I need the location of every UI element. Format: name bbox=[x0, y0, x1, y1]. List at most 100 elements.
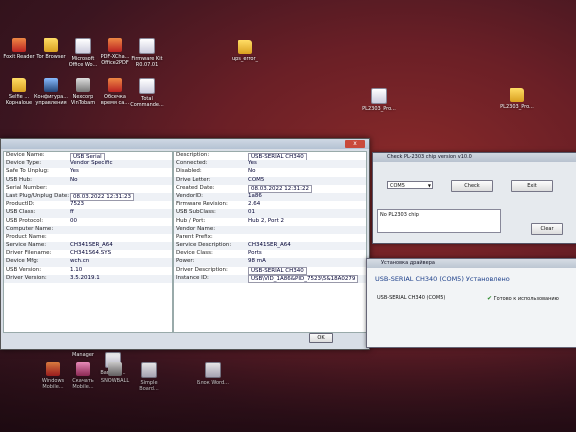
property-value[interactable]: COM5 bbox=[248, 177, 264, 183]
property-key: Device Mfg: bbox=[6, 258, 39, 265]
desktop-icon[interactable]: Firmware Kit R0.07.01 bbox=[130, 38, 164, 68]
property-row: USB Hub: No bbox=[4, 176, 172, 185]
property-key: Service Description: bbox=[176, 242, 232, 249]
desktop-shortcut-icon bbox=[12, 38, 26, 52]
desktop-shortcut-icon bbox=[12, 78, 26, 92]
desktop-icon-label: Firmware Kit R0.07.01 bbox=[131, 56, 163, 68]
property-value[interactable]: No bbox=[248, 168, 255, 174]
desktop-icon[interactable]: PL2303_Pro... bbox=[500, 88, 534, 116]
property-value[interactable]: 2.64 bbox=[248, 201, 260, 207]
desktop-icon[interactable]: PDF-XCha... Office2PDF bbox=[98, 38, 132, 66]
desktop-icon-label: PL2303_Pro... bbox=[362, 106, 396, 112]
property-value[interactable]: CH341SER_A64 bbox=[248, 242, 291, 248]
driver-device-name: USB-SERIAL CH340 (COM5) bbox=[377, 295, 446, 301]
desktop-shortcut-icon bbox=[76, 78, 90, 92]
property-row: VendorID: 1a86 bbox=[174, 192, 366, 202]
property-value[interactable]: Yes bbox=[70, 168, 79, 174]
property-key: Last Plug/Unplug Date: bbox=[6, 192, 70, 199]
chevron-down-icon: ▼ bbox=[427, 183, 431, 188]
property-key: Hub / Port: bbox=[176, 217, 206, 224]
property-row: ProductID: 7523 bbox=[4, 201, 172, 209]
property-key: Device Name: bbox=[6, 152, 45, 158]
clear-button[interactable]: Clear bbox=[531, 223, 563, 235]
desktop-icon-label: Selfie ... Kopнaloue bbox=[5, 94, 33, 106]
property-value[interactable]: 1.10 bbox=[70, 267, 82, 273]
property-value[interactable]: 1a86 bbox=[248, 193, 262, 199]
property-key: Drive Letter: bbox=[176, 176, 211, 183]
desktop-shortcut-icon bbox=[139, 78, 155, 94]
property-row: USB Protocol: 00 bbox=[4, 218, 172, 226]
property-value[interactable]: Hub 2, Port 2 bbox=[248, 218, 284, 224]
exit-button[interactable]: Exit bbox=[511, 180, 553, 192]
desktop-icon-label: Обсечка время ca... bbox=[100, 94, 130, 106]
desktop-icon[interactable]: PL2303_Pro... bbox=[362, 88, 396, 118]
desktop-shortcut-icon bbox=[238, 40, 252, 54]
property-key: USB Hub: bbox=[6, 176, 33, 183]
property-value[interactable]: Ports bbox=[248, 250, 262, 256]
property-value[interactable]: No bbox=[70, 177, 77, 183]
desktop-icon-label: PL2303_Pro... bbox=[500, 104, 534, 110]
property-value[interactable]: 7523 bbox=[70, 201, 84, 207]
property-key: Device Class: bbox=[176, 250, 213, 257]
property-value[interactable]: USB\VID_1A86&PID_7523\5&18A0279 bbox=[248, 275, 359, 284]
property-row: Driver Version: 3.5.2019.1 bbox=[4, 274, 172, 283]
desktop-icon[interactable]: Foxit Reader bbox=[2, 38, 36, 66]
result-output[interactable]: No PL2303 chip bbox=[377, 209, 501, 233]
property-value[interactable]: 98 mA bbox=[248, 258, 266, 264]
driver-status-text: Готово к использованию bbox=[493, 296, 559, 302]
property-row: USB Class: ff bbox=[4, 209, 172, 218]
device-info-right-panel: Description: USB-SERIAL CH340 Connected: Ye… bbox=[173, 151, 367, 333]
property-row: Computer Name: bbox=[4, 225, 172, 234]
property-key: USB Protocol: bbox=[6, 217, 44, 224]
checkmark-icon: ✔ bbox=[487, 295, 493, 302]
desktop-icon[interactable]: Selfie ... Kopнaloue bbox=[2, 78, 36, 106]
property-row: Device Class: Ports bbox=[174, 250, 366, 258]
property-row: Drive Letter: COM5 bbox=[174, 176, 366, 185]
desktop-icon-label: Total Commande... bbox=[130, 96, 164, 108]
property-row: Hub / Port: Hub 2, Port 2 bbox=[174, 218, 366, 226]
desktop-icon[interactable]: Tor Browser bbox=[34, 38, 68, 66]
desktop-shortcut-icon bbox=[44, 78, 58, 92]
desktop-icon-label: Foxit Reader bbox=[3, 54, 35, 60]
property-value[interactable]: ff bbox=[70, 209, 74, 215]
property-row: USB Version: 1.10 bbox=[4, 267, 172, 275]
port-select-value: COM5 bbox=[390, 183, 405, 189]
property-row: Connected: Yes bbox=[174, 160, 366, 169]
property-row: Vendor Name: bbox=[174, 225, 366, 234]
property-value[interactable]: 00 bbox=[70, 218, 77, 224]
check-pl2303-window: Check PL-2303 chip version v10.0 COM5 ▼ … bbox=[372, 152, 576, 244]
close-button[interactable]: x bbox=[345, 140, 365, 148]
ok-button[interactable]: OK bbox=[309, 333, 333, 343]
property-value[interactable]: 3.5.2019.1 bbox=[70, 275, 100, 281]
property-row: Device Type: Vendor Specific bbox=[4, 160, 172, 169]
property-key: Created Date: bbox=[176, 184, 215, 191]
property-value[interactable]: CH341SER_A64 bbox=[70, 242, 113, 248]
property-key: Product Name: bbox=[6, 233, 47, 240]
property-row: Device Name: USB Serial bbox=[4, 152, 172, 161]
desktop-icon[interactable]: Microsoft Office Wo... bbox=[66, 38, 100, 68]
property-key: VendorID: bbox=[176, 192, 204, 199]
desktop-icon[interactable]: Обсечка время ca... bbox=[98, 78, 132, 106]
property-row: Service Name: CH341SER_A64 bbox=[4, 242, 172, 251]
property-key: Vendor Name: bbox=[176, 225, 216, 232]
driver-install-window: Установка драйвера USB-SERIAL CH340 (COM… bbox=[366, 258, 576, 348]
property-value[interactable]: 01 bbox=[248, 209, 255, 215]
desktop-icon-label: ups_error_ bbox=[231, 56, 259, 62]
port-select[interactable]: COM5 ▼ bbox=[387, 181, 433, 189]
property-key: Connected: bbox=[176, 160, 208, 167]
property-value[interactable]: CH341S64.SYS bbox=[70, 250, 111, 256]
desktop-icon[interactable]: ups_error_ bbox=[228, 40, 262, 68]
property-value[interactable]: Yes bbox=[248, 160, 257, 166]
desktop-icon[interactable]: Nexcorp VinTobam bbox=[66, 78, 100, 106]
property-value[interactable]: wch.cn bbox=[70, 258, 89, 264]
property-value[interactable]: Vendor Specific bbox=[70, 160, 112, 166]
property-key: Service Name: bbox=[6, 242, 47, 249]
desktop-icon[interactable]: Конфигура... управления bbox=[34, 78, 68, 106]
device-window-titlebar[interactable]: x bbox=[1, 139, 369, 149]
result-text: No PL2303 chip bbox=[380, 212, 419, 218]
property-row: Device Mfg: wch.cn bbox=[4, 258, 172, 267]
desktop-icon[interactable]: Total Commande... bbox=[130, 78, 164, 108]
property-key: Serial Number: bbox=[6, 184, 48, 191]
property-row: Parent Prefix: bbox=[174, 234, 366, 242]
check-button[interactable]: Check bbox=[451, 180, 493, 192]
